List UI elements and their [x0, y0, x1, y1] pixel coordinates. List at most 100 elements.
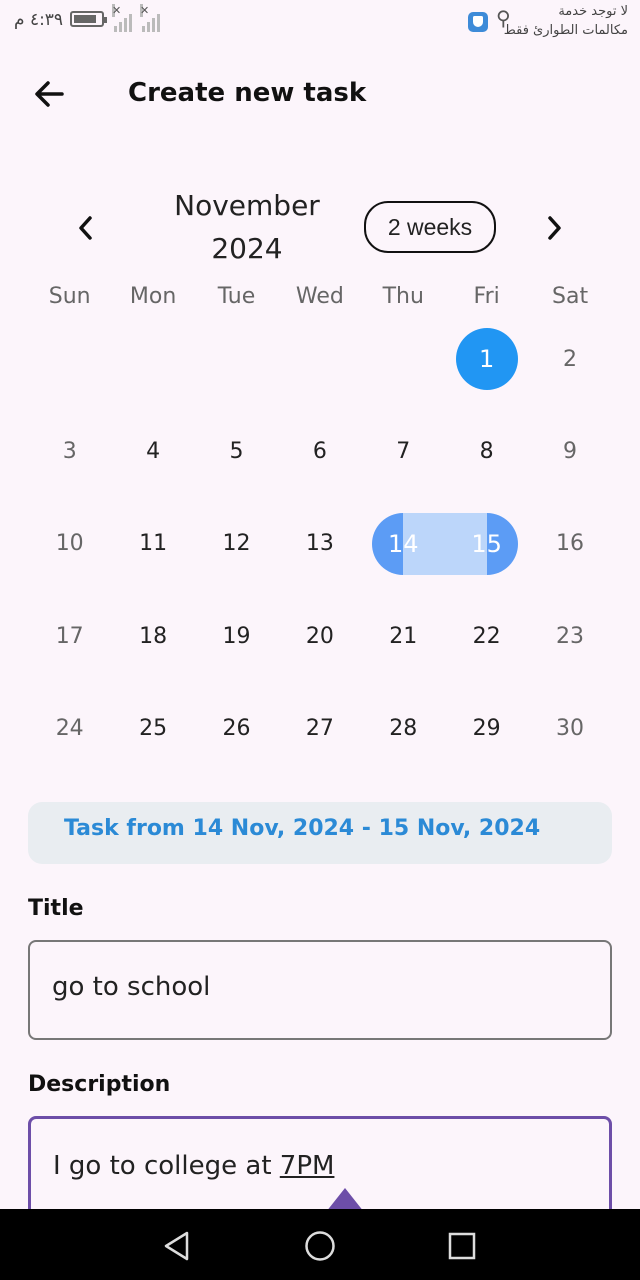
circle-home-icon [305, 1231, 335, 1261]
task-range-summary: Task from 14 Nov, 2024 - 15 Nov, 2024 [28, 802, 612, 864]
calendar-week-row: 12 [28, 313, 612, 405]
calendar-day-7[interactable]: 7 [362, 405, 445, 497]
calendar-day-number: 13 [305, 531, 334, 557]
calendar-empty-cell [111, 313, 194, 405]
calendar-day-12[interactable]: 12 [195, 498, 278, 590]
weekday-label: Sat [552, 284, 589, 309]
calendar-day-number: 4 [146, 438, 161, 464]
calendar-day-1[interactable]: 1 [445, 313, 528, 405]
task-range-text: Task from 14 Nov, 2024 - 15 Nov, 2024 [64, 816, 541, 841]
calendar-day-number: 26 [222, 715, 251, 741]
battery-icon [70, 11, 107, 27]
weekday-label: Sun [48, 284, 91, 309]
calendar-day-16[interactable]: 16 [528, 498, 611, 590]
calendar-day-2[interactable]: 2 [528, 313, 611, 405]
calendar-day-26[interactable]: 26 [195, 682, 278, 774]
calendar-day-number: 25 [139, 715, 168, 741]
description-label: Description [28, 1072, 171, 1097]
prev-month-button[interactable] [64, 206, 108, 250]
calendar-day-20[interactable]: 20 [278, 590, 361, 682]
calendar-day-30[interactable]: 30 [528, 682, 611, 774]
calendar-day-8[interactable]: 8 [445, 405, 528, 497]
calendar-day-22[interactable]: 22 [445, 590, 528, 682]
calendar-day-number: 3 [62, 438, 77, 464]
calendar-week-row: 3 4 5 6 7 8 9 [28, 405, 612, 497]
calendar-week-row: 24 25 26 27 28 29 30 [28, 682, 612, 774]
calendar-day-number: 17 [55, 623, 84, 649]
calendar-day-number: 7 [396, 438, 411, 464]
triangle-back-icon [164, 1231, 189, 1261]
square-recents-icon [448, 1232, 476, 1260]
calendar-day-9[interactable]: 9 [528, 405, 611, 497]
title-value: go to school [52, 972, 211, 1002]
calendar-day-27[interactable]: 27 [278, 682, 361, 774]
calendar-day-number: 24 [55, 715, 84, 741]
weekday-label: Fri [473, 284, 500, 309]
calendar-day-number: 11 [139, 531, 168, 557]
calendar-day-19[interactable]: 19 [195, 590, 278, 682]
home-nav-button[interactable] [303, 1229, 337, 1263]
calendar-day-18[interactable]: 18 [111, 590, 194, 682]
calendar-day-21[interactable]: 21 [362, 590, 445, 682]
calendar-day-28[interactable]: 28 [362, 682, 445, 774]
title-label: Title [28, 896, 84, 921]
calendar-day-11[interactable]: 11 [111, 498, 194, 590]
arrow-left-icon [35, 81, 64, 107]
calendar-day-10[interactable]: 10 [28, 498, 111, 590]
calendar-week-row: 10 11 12 13 14 15 16 [28, 498, 612, 590]
description-text: I go to college at [53, 1151, 280, 1181]
recents-nav-button[interactable] [445, 1229, 479, 1263]
calendar-empty-cell [195, 313, 278, 405]
calendar-day-number: 15 [471, 529, 502, 558]
calendar-day-number: 20 [305, 623, 334, 649]
month-year: 2024 [211, 232, 283, 265]
calendar-day-number: 6 [312, 438, 327, 464]
calendar-grid: 1 2 3 4 5 6 7 8 9 10 11 12 13 14 15 16 17 18 19 20 21 22 23 24 2… [28, 313, 612, 774]
calendar-day-number: 19 [222, 623, 251, 649]
calendar-format-button[interactable]: 2 weeks [364, 201, 496, 253]
calendar-week-row: 17 18 19 20 21 22 23 [28, 590, 612, 682]
weekday-label: Mon [129, 284, 177, 309]
calendar-day-24[interactable]: 24 [28, 682, 111, 774]
signal-icon: ✕ [112, 4, 136, 32]
weekday-label: Wed [295, 284, 344, 309]
calendar-day-number: 2 [563, 346, 578, 372]
status-time: ٤:٣٩ م [14, 10, 64, 30]
carrier-info: لا توجد خدمة مكالمات الطوارئ فقط [504, 2, 628, 40]
calendar-day-number: 30 [556, 715, 585, 741]
calendar-day-13[interactable]: 13 [278, 498, 361, 590]
calendar-empty-cell [278, 313, 361, 405]
calendar-day-17[interactable]: 17 [28, 590, 111, 682]
weekday-header: Sun Mon Tue Wed Thu Fri Sat [28, 284, 612, 309]
back-button[interactable] [26, 72, 74, 116]
calendar-day-4[interactable]: 4 [111, 405, 194, 497]
calendar-day-number: 8 [479, 438, 494, 464]
carrier-line-1: لا توجد خدمة [558, 4, 628, 19]
calendar-day-number: 10 [55, 531, 84, 557]
calendar-empty-cell [28, 313, 111, 405]
title-field[interactable]: go to school [28, 940, 612, 1040]
carrier-line-2: مكالمات الطوارئ فقط [503, 23, 628, 38]
calendar-day-25[interactable]: 25 [111, 682, 194, 774]
calendar-day-number: 16 [556, 531, 585, 557]
calendar-day-6[interactable]: 6 [278, 405, 361, 497]
calendar-day-3[interactable]: 3 [28, 405, 111, 497]
calendar-empty-cell [362, 313, 445, 405]
chevron-right-icon [548, 216, 561, 240]
weekday-label: Tue [217, 284, 256, 309]
calendar-day-number: 5 [229, 438, 244, 464]
calendar-day-number: 12 [222, 531, 251, 557]
calendar-day-29[interactable]: 29 [445, 682, 528, 774]
calendar-day-number: 14 [387, 529, 419, 558]
calendar-day-23[interactable]: 23 [528, 590, 611, 682]
system-nav-bar [0, 1209, 640, 1280]
month-title: November 2024 [150, 184, 344, 270]
next-month-button[interactable] [532, 206, 576, 250]
page-title: Create new task [128, 78, 367, 108]
back-nav-button[interactable] [160, 1229, 194, 1263]
status-bar: ٤:٣٩ م ✕ ✕ ⚲ لا توجد خدمة مكالمات الطوار… [0, 0, 640, 48]
calendar-day-number: 22 [472, 623, 501, 649]
calendar-day-5[interactable]: 5 [195, 405, 278, 497]
weekday-label: Thu [382, 284, 424, 309]
app-bar: Create new task [0, 52, 640, 136]
